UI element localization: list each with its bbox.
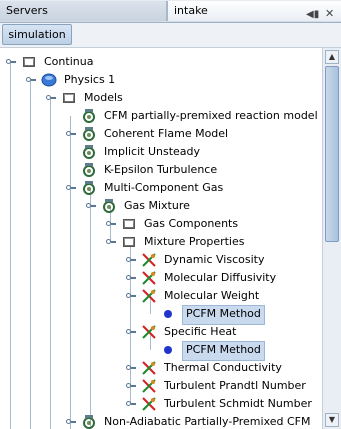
property-icon [141,360,157,376]
tree-label: Turbulent Prandtl Number [164,379,306,392]
expand-handle-icon[interactable] [65,179,77,197]
tree-label: Multi-Component Gas [104,181,224,194]
expand-handle-icon[interactable] [125,323,137,341]
toolbar: simulation [0,23,341,48]
tree-label: Molecular Diffusivity [164,271,277,284]
tree-row-property[interactable]: Molecular Weight [0,287,322,305]
simulation-tree: Continua Physics 1 Models CFM partially-… [0,48,322,429]
tree-row-model[interactable]: K-Epsilon Turbulence [0,161,322,179]
expand-handle-icon[interactable] [125,359,137,377]
tree-row-property[interactable]: Thermal Conductivity [0,359,322,377]
tab-intake-label: intake [174,4,208,17]
tree-label-selected: PCFM Method [182,305,265,325]
tree-row-models[interactable]: Models [0,89,322,107]
tree-label: Non-Adiabatic Partially-Premixed CFM [104,415,311,428]
tree-label: Coherent Flame Model [104,127,229,140]
property-icon [141,288,157,304]
expand-handle-icon[interactable] [125,269,137,287]
vertical-scrollbar[interactable]: ▲ ▼ [322,48,341,429]
model-icon [81,414,97,429]
tree-row-model[interactable]: Coherent Flame Model [0,125,322,143]
expand-handle-icon[interactable] [5,53,17,71]
tree-label: Continua [44,55,94,68]
tree-row-property[interactable]: Turbulent Schmidt Number [0,395,322,413]
expand-handle-icon[interactable] [105,233,117,251]
simulation-button[interactable]: simulation [2,24,72,45]
tree-row-model[interactable]: Non-Adiabatic Partially-Premixed CFM [0,413,322,429]
tree-row-gas-components[interactable]: Gas Components [0,215,322,233]
folder-icon [61,90,77,106]
property-icon [141,396,157,412]
method-icon [160,342,176,358]
scroll-up-icon[interactable]: ▲ [325,50,339,64]
tree-label: Mixture Properties [144,235,245,248]
method-icon [160,306,176,322]
folder-icon [121,234,137,250]
tree-row-gas-mixture[interactable]: Gas Mixture [0,197,322,215]
tree-label: Specific Heat [164,325,237,338]
model-icon [81,108,97,124]
scroll-down-icon[interactable]: ▼ [325,413,339,427]
tree-label: K-Epsilon Turbulence [104,163,218,176]
tree-label: CFM partially-premixed reaction model [104,109,318,122]
expand-handle-icon[interactable] [65,413,77,429]
physics-continuum-icon [41,72,57,88]
tree-row-property[interactable]: Specific Heat [0,323,322,341]
tree-label: Implicit Unsteady [104,145,201,158]
tree-label: Dynamic Viscosity [164,253,265,266]
tree-label: Physics 1 [64,73,116,86]
tree-row-property[interactable]: Molecular Diffusivity [0,269,322,287]
view-tab-bar: Servers intake ◀▮ ✕ [0,0,341,23]
tree-row-model[interactable]: Implicit Unsteady [0,143,322,161]
scroll-thumb[interactable] [325,66,339,242]
property-icon [141,252,157,268]
expand-handle-icon[interactable] [45,89,57,107]
expand-handle-icon[interactable] [65,125,77,143]
tab-servers[interactable]: Servers [0,1,167,21]
tab-intake[interactable]: intake ◀▮ ✕ [167,1,341,21]
tree-label: Turbulent Schmidt Number [164,397,312,410]
tree-label: Thermal Conductivity [164,361,282,374]
tree-row-mixture-properties[interactable]: Mixture Properties [0,233,322,251]
model-icon [81,126,97,142]
property-icon [141,270,157,286]
model-icon [81,162,97,178]
property-icon [141,324,157,340]
folder-icon [21,54,37,70]
tree-row-model[interactable]: Multi-Component Gas [0,179,322,197]
expand-handle-icon[interactable] [125,395,137,413]
tree-label: Models [84,91,123,104]
gas-mixture-icon [101,198,117,214]
tree-row-property[interactable]: Turbulent Prandtl Number [0,377,322,395]
tree-row-method[interactable]: PCFM Method [0,341,322,361]
property-icon [141,378,157,394]
expand-handle-icon[interactable] [85,197,97,215]
tree-row-method[interactable]: PCFM Method [0,305,322,325]
tree-label: Gas Components [144,217,239,230]
close-icon[interactable]: ✕ [325,4,334,24]
tree-label: Molecular Weight [164,289,260,302]
tree-row-continua[interactable]: Continua [0,53,322,71]
expand-handle-icon[interactable] [105,215,117,233]
expand-handle-icon[interactable] [125,377,137,395]
tree-label: Gas Mixture [124,199,190,212]
tree-row-property[interactable]: Dynamic Viscosity [0,251,322,269]
tab-menu-icon[interactable]: ◀▮ [306,5,319,25]
model-icon [81,144,97,160]
model-icon [81,180,97,196]
expand-handle-icon[interactable] [25,71,37,89]
tree-row-physics-1[interactable]: Physics 1 [0,71,322,89]
tree-label-selected: PCFM Method [182,341,265,361]
tree-row-model[interactable]: CFM partially-premixed reaction model [0,107,322,125]
expand-handle-icon[interactable] [125,251,137,269]
folder-icon [121,216,137,232]
expand-handle-icon[interactable] [125,287,137,305]
